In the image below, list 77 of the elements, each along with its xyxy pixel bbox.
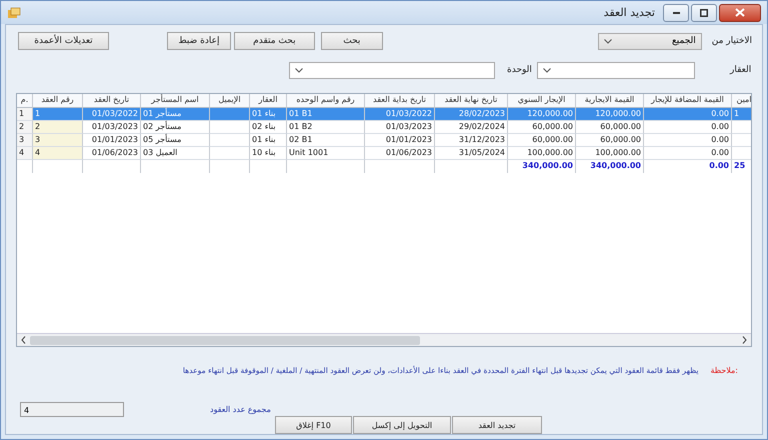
- table-cell: 4: [17, 147, 33, 160]
- table-cell: 4: [33, 147, 83, 160]
- table-cell: بناء 02: [250, 121, 287, 134]
- table-cell: 60,000.00: [576, 134, 644, 147]
- table-cell: 0.00: [644, 147, 732, 160]
- table-cell: 2: [33, 121, 83, 134]
- table-cell: مستأجر 01: [141, 108, 210, 121]
- dropdown-caret-icon: [604, 38, 612, 44]
- table-cell: 01/03/2022: [365, 108, 435, 121]
- table-cell: 01/01/2023: [83, 134, 141, 147]
- total-cell: 0.00: [644, 160, 732, 173]
- table-cell: بناء 01: [250, 108, 287, 121]
- table-cell: 120,000.00: [576, 108, 644, 121]
- total-cell: 340,000.00: [576, 160, 644, 173]
- contract-count-label: مجموع عدد العقود: [210, 404, 271, 414]
- reset-button[interactable]: إعادة ضبط: [166, 32, 231, 50]
- total-cell-text: 25: [733, 160, 746, 172]
- table-cell: 01/03/2023: [83, 121, 141, 134]
- close-button[interactable]: إغلاق F10: [275, 416, 352, 434]
- table-cell: 3: [33, 134, 83, 147]
- renew-contract-button[interactable]: تجديد العقد: [452, 416, 542, 434]
- scroll-right-icon[interactable]: [742, 336, 747, 344]
- table-cell: 60,000.00: [576, 121, 644, 134]
- table-cell: 3: [17, 134, 33, 147]
- table-cell: 28/02/2023: [435, 108, 508, 121]
- column-settings-button[interactable]: تعديلات الأعمدة: [18, 32, 109, 50]
- minimize-icon: [672, 12, 680, 14]
- total-cell: 340,000.00: [508, 160, 576, 173]
- table-cell: 02 B1: [287, 134, 365, 147]
- close-button[interactable]: [719, 4, 761, 22]
- search-button[interactable]: بحث: [320, 32, 383, 50]
- table-cell: 120,000.00: [508, 108, 576, 121]
- table-cell: 01/06/2023: [83, 147, 141, 160]
- advanced-search-button[interactable]: بحث متقدم: [234, 32, 315, 50]
- table-cell: 01/01/2023: [365, 134, 435, 147]
- table-cell: 29/02/2024: [435, 121, 508, 134]
- choose-from-label: الاختيار من: [712, 36, 752, 46]
- table-cell: بناء 10: [250, 147, 287, 160]
- table-cell: 1: [33, 108, 83, 121]
- note-label: ملاحظة:: [710, 366, 738, 374]
- table-cell: 0.00: [644, 134, 732, 147]
- choose-from-dropdown[interactable]: الجميع: [598, 32, 702, 50]
- export-excel-button[interactable]: التحويل إلى إكسل: [353, 416, 451, 434]
- table-cell: 31/05/2024: [435, 147, 508, 160]
- property-label: العقار: [730, 65, 752, 75]
- app-icon: [7, 6, 21, 18]
- table-cell: Unit 1001: [287, 147, 365, 160]
- dropdown-caret-icon: [295, 68, 303, 72]
- minimize-button[interactable]: [663, 4, 689, 22]
- table-cell: 100,000.00: [508, 147, 576, 160]
- unit-label: الوحدة: [507, 65, 533, 75]
- maximize-icon: [700, 8, 708, 16]
- table-cell: 60,000.00: [508, 134, 576, 147]
- table-cell: 01 B1: [287, 108, 365, 121]
- table-cell: 1: [17, 108, 33, 121]
- table-cell: 1: [732, 108, 751, 121]
- horizontal-scrollbar[interactable]: [17, 333, 751, 346]
- table-cell: 60,000.00: [508, 121, 576, 134]
- table-cell: 01/03/2023: [365, 121, 435, 134]
- table-cell: مستأجر 05: [141, 134, 210, 147]
- close-icon: [735, 8, 745, 17]
- table-cell: 100,000.00: [576, 147, 644, 160]
- dropdown-caret-icon: [543, 68, 551, 72]
- table-cell: بناء 01: [250, 134, 287, 147]
- table-cell: 0.00: [644, 121, 732, 134]
- table-cell: مستأجر 02: [141, 121, 210, 134]
- table-cell: 0.00: [644, 108, 732, 121]
- contract-count-field: 4: [20, 402, 124, 416]
- table-cell: 01/03/2022: [83, 108, 141, 121]
- scroll-left-icon[interactable]: [21, 336, 26, 344]
- table-cell: 01/06/2023: [365, 147, 435, 160]
- table-cell: 01 B2: [287, 121, 365, 134]
- table-cell: 31/12/2023: [435, 134, 508, 147]
- maximize-button[interactable]: [691, 4, 717, 22]
- table-cell: العميل 03: [141, 147, 210, 160]
- table-cell: 2: [17, 121, 33, 134]
- window-title: تجديد العقد: [604, 6, 655, 19]
